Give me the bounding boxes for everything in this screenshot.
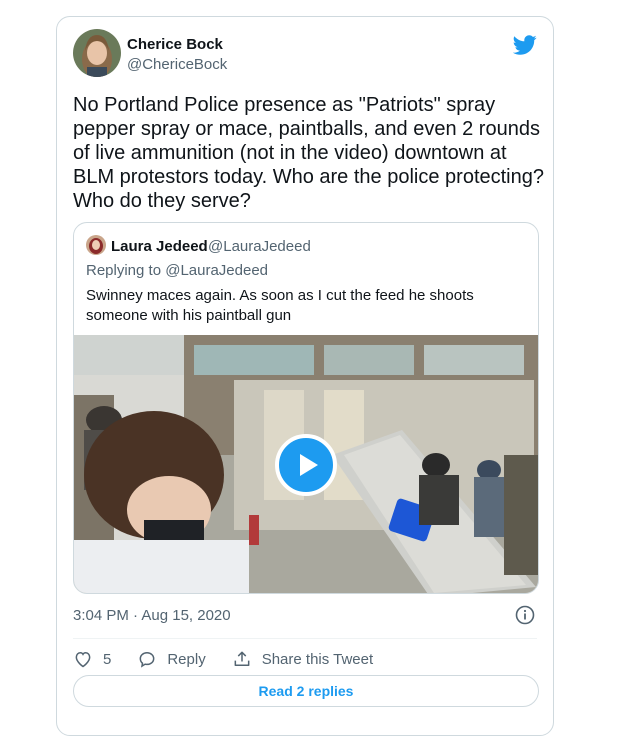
replying-handle-link[interactable]: @LauraJedeed (165, 262, 268, 279)
quoted-author-name[interactable]: Laura Jedeed (111, 238, 208, 255)
heart-icon (75, 651, 91, 668)
reply-button[interactable]: Reply (137, 649, 206, 669)
share-icon (234, 651, 250, 666)
read-replies-button[interactable]: Read 2 replies (73, 675, 539, 707)
quoted-text: Swinney maces again. As soon as I cut th… (86, 287, 474, 324)
tweet-card: Cherice Bock @ChericeBock No Portland Po… (56, 16, 554, 736)
quoted-author-handle[interactable]: @LauraJedeed (208, 238, 311, 255)
info-icon[interactable] (515, 605, 535, 625)
tweet-text: No Portland Police presence as "Patriots… (73, 94, 544, 212)
tweet-timestamp[interactable]: 3:04 PM · Aug 15, 2020 (73, 607, 231, 624)
author-name[interactable]: Cherice Bock (127, 36, 223, 53)
like-count: 5 (103, 650, 112, 668)
divider (73, 638, 537, 639)
share-label: Share this Tweet (261, 650, 374, 668)
like-button[interactable]: 5 (73, 649, 111, 669)
avatar[interactable] (73, 29, 121, 77)
video-player[interactable] (74, 335, 538, 593)
replying-prefix: Replying to (86, 262, 162, 279)
play-button[interactable] (275, 434, 337, 496)
play-icon (300, 454, 318, 476)
author-handle[interactable]: @ChericeBock (127, 56, 227, 73)
twitter-bird-icon[interactable] (513, 33, 537, 57)
replying-to: Replying to @LauraJedeed (86, 262, 268, 279)
quoted-tweet[interactable]: Laura Jedeed @LauraJedeed Replying to @L… (73, 222, 539, 594)
reply-bubble-icon (139, 651, 155, 668)
reply-label: Reply (167, 650, 206, 668)
tweet-actions: 5 Reply Share this Tweet (73, 647, 399, 671)
quoted-avatar[interactable] (86, 235, 106, 255)
share-button[interactable]: Share this Tweet (232, 649, 373, 669)
